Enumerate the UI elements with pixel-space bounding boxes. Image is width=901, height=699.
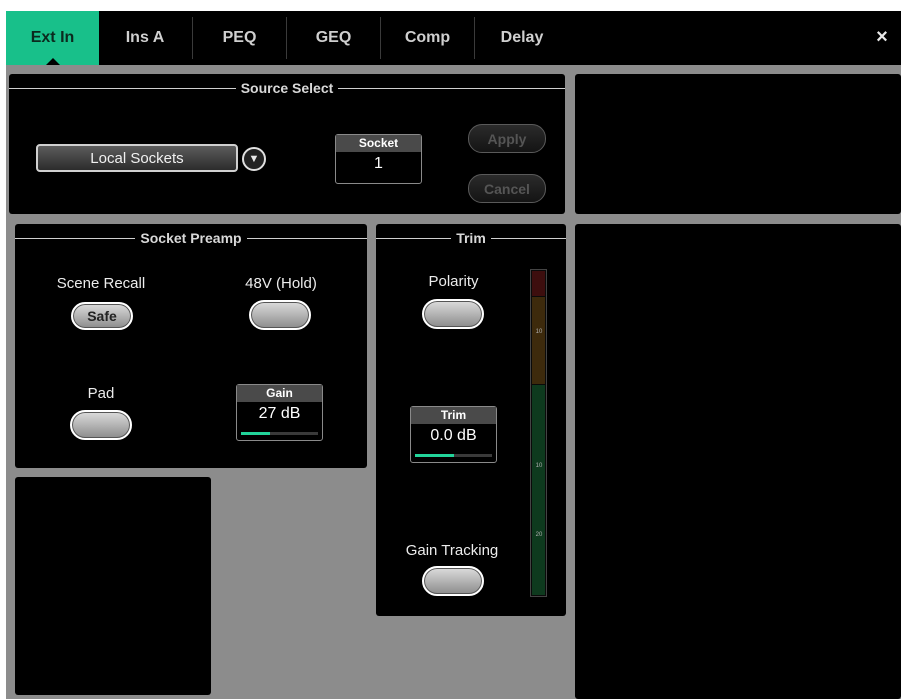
right-bottom-panel [575, 224, 901, 699]
active-tab-indicator [45, 58, 60, 65]
app-window: Ext In Ins A PEQ GEQ Comp Delay × Source… [6, 11, 901, 699]
apply-button[interactable]: Apply [468, 124, 546, 153]
phantom-power-label: 48V (Hold) [245, 275, 317, 292]
level-meter: 10 10 20 [530, 269, 547, 597]
gain-level-bar [241, 432, 318, 435]
tab-ext-in[interactable]: Ext In [6, 11, 99, 65]
gain-label: Gain [237, 385, 322, 402]
tab-label: Ext In [30, 29, 75, 46]
meter-tick: 20 [535, 532, 543, 538]
tab-label: PEQ [222, 29, 257, 46]
lower-left-panel [15, 477, 211, 695]
right-top-panel [575, 74, 901, 214]
tab-label: Comp [404, 29, 451, 46]
socket-label: Socket [336, 135, 421, 152]
chevron-down-icon[interactable]: ▼ [242, 147, 266, 171]
gain-tracking-button[interactable] [422, 566, 484, 596]
meter-red-segment [532, 271, 545, 296]
meter-amber-segment [532, 297, 545, 384]
cancel-button[interactable]: Cancel [468, 174, 546, 203]
panel-title: Trim [376, 230, 566, 246]
source-dropdown[interactable]: Local Sockets [36, 144, 238, 172]
tab-bar: Ext In Ins A PEQ GEQ Comp Delay × [6, 11, 901, 65]
trim-label: Trim [411, 407, 496, 424]
panel-header: Source Select [9, 80, 565, 96]
trim-value-box[interactable]: Trim 0.0 dB [410, 406, 497, 463]
tab-geq[interactable]: GEQ [287, 11, 380, 65]
pad-label: Pad [87, 385, 115, 402]
panel-title: Source Select [9, 80, 565, 96]
tab-label: Delay [500, 29, 544, 46]
pad-button[interactable] [70, 410, 132, 440]
tab-ins-a[interactable]: Ins A [99, 11, 191, 65]
tab-delay[interactable]: Delay [475, 11, 569, 65]
scene-recall-label: Scene Recall [56, 275, 146, 292]
panel-header: Trim [376, 230, 566, 246]
socket-value: 1 [374, 155, 383, 172]
gain-tracking-label: Gain Tracking [405, 542, 499, 559]
phantom-power-button[interactable] [249, 300, 311, 330]
gain-level-fill [241, 432, 271, 435]
gain-value: 27 dB [258, 405, 301, 422]
close-icon[interactable]: × [869, 23, 895, 51]
tab-label: Ins A [125, 29, 165, 46]
polarity-button[interactable] [422, 299, 484, 329]
tab-peq[interactable]: PEQ [193, 11, 286, 65]
tab-comp[interactable]: Comp [381, 11, 474, 65]
trim-value: 0.0 dB [430, 427, 477, 444]
gain-value-box[interactable]: Gain 27 dB [236, 384, 323, 441]
panel-header: Socket Preamp [15, 230, 367, 246]
meter-green-segment [532, 385, 545, 595]
meter-tick: 10 [535, 463, 543, 469]
tab-label: GEQ [315, 29, 352, 46]
panel-title: Socket Preamp [15, 230, 367, 246]
trim-level-bar [415, 454, 492, 457]
polarity-label: Polarity [428, 273, 479, 290]
socket-value-box[interactable]: Socket 1 [335, 134, 422, 184]
dropdown-value: Local Sockets [90, 149, 184, 167]
safe-button[interactable]: Safe [71, 302, 133, 330]
meter-tick: 10 [535, 329, 543, 335]
trim-level-fill [415, 454, 454, 457]
